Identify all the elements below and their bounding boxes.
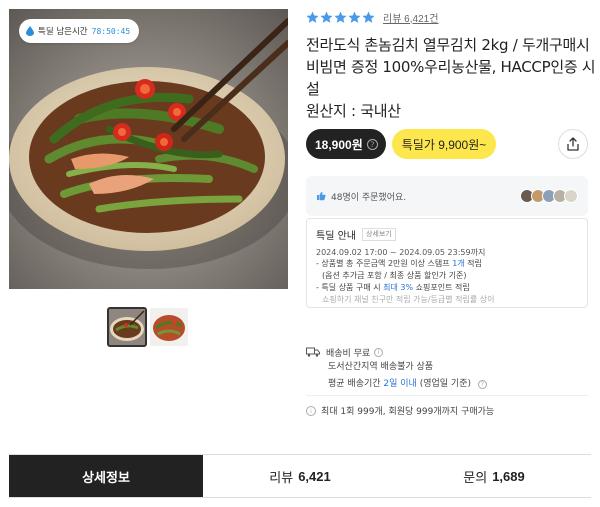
product-info: 리뷰 6,421건 전라도식 촌놈김치 열무김치 2kg / 두개구매시 비빔면… — [306, 9, 596, 417]
deal-bullet-points-note: 쇼핑하기 채널 친구만 적립 가능/등급별 적립률 상이 — [322, 295, 495, 304]
star-icon — [362, 11, 375, 23]
tab-inquiries[interactable]: 문의 1,689 — [397, 455, 591, 497]
buyer-avatars — [520, 189, 578, 203]
star-icon — [320, 11, 333, 23]
shipping-region: 도서산간지역 배송불가 상품 — [328, 362, 434, 372]
star-icon — [348, 11, 361, 23]
star-icon — [334, 11, 347, 23]
detail-tabs: 상세정보 리뷰 6,421 문의 1,689 — [9, 454, 591, 498]
shipping-info: 배송비 무료 i 도서산간지역 배송불가 상품 평균 배송기간 2일 이내 (영… — [306, 345, 588, 393]
deal-bullet-stamp: - 상품별 총 주문금액 2만원 이상 스탬프 1개 적립 — [316, 259, 482, 268]
shipping-fee: 배송비 무료 — [326, 348, 371, 359]
deal-timer-value: 78:50:45 — [91, 26, 131, 36]
question-icon[interactable]: ? — [477, 380, 487, 389]
info-icon: ? — [366, 138, 378, 150]
buyers-banner: 48명이 주문했어요. — [306, 176, 588, 216]
buyers-count-text: 48명이 주문했어요. — [331, 192, 407, 203]
shipping-average: 평균 배송기간 2일 이내 (영업일 기준) ? — [306, 376, 588, 393]
deal-timer-label: 특딜 남은시간 — [38, 27, 88, 37]
original-price[interactable]: 18,900원 ? — [306, 129, 386, 159]
product-origin: 원산지 : 국내산 — [306, 102, 401, 120]
divider — [306, 395, 588, 396]
thumbnail-strip — [107, 307, 188, 347]
deal-bullet-points: - 특딜 상품 구매 시 최대 3% 쇼핑포인트 적립 — [316, 283, 470, 292]
price-row: 18,900원 ? 특딜가 9,900원~ — [306, 129, 588, 159]
avatar — [564, 189, 578, 203]
purchase-limit-text: 최대 1회 999개, 회원당 999개까지 구매가능 — [321, 407, 495, 417]
drop-icon — [26, 26, 34, 36]
deal-bullet-stamp-note: (옵션 추가금 포함 / 최종 상품 할인가 기준) — [322, 271, 467, 280]
kimchi-bowl-illustration — [9, 9, 288, 289]
deal-period: 2024.09.02 17:00 ~ 2024.09.05 23:59까지 — [316, 248, 486, 257]
thumbs-up-icon — [317, 191, 326, 201]
question-icon[interactable]: i — [374, 347, 384, 357]
thumbnail-2[interactable] — [150, 308, 188, 346]
deal-price[interactable]: 특딜가 9,900원~ — [391, 129, 497, 159]
star-icon — [306, 11, 319, 23]
truck-icon — [306, 347, 320, 357]
original-price-value: 18,900원 — [315, 137, 363, 152]
tab-detail-info[interactable]: 상세정보 — [9, 455, 203, 497]
share-icon — [567, 137, 579, 151]
info-icon: i — [306, 405, 316, 416]
purchase-limit: i 최대 1회 999개, 회원당 999개까지 구매가능 — [306, 404, 494, 417]
product-title: 전라도식 촌놈김치 열무김치 2kg / 두개구매시 비빔면 증정 100%우리… — [306, 36, 596, 98]
star-rating — [306, 11, 375, 24]
deal-timer-badge: 특딜 남은시간 78:50:45 — [19, 19, 140, 43]
deal-detail-link[interactable]: 상세보기 — [361, 228, 396, 241]
share-button[interactable] — [558, 129, 588, 159]
tab-reviews[interactable]: 리뷰 6,421 — [203, 455, 397, 497]
review-count-link[interactable]: 리뷰 6,421건 — [383, 10, 438, 25]
thumbnail-1[interactable] — [107, 307, 147, 347]
deal-info-box: 특딜 안내 상세보기 2024.09.02 17:00 ~ 2024.09.05… — [306, 218, 588, 308]
product-main-image[interactable]: 특딜 남은시간 78:50:45 — [9, 9, 288, 289]
rating-row: 리뷰 6,421건 — [306, 9, 596, 25]
deal-info-title: 특딜 안내 — [316, 231, 356, 242]
